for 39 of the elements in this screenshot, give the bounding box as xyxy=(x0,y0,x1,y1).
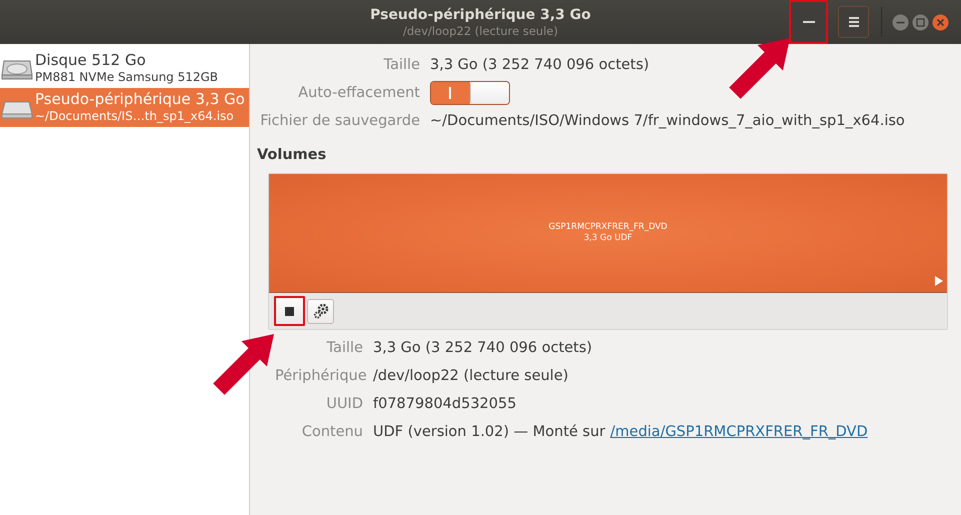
field-value: 3,3 Go (3 252 740 096 octets) xyxy=(430,56,650,75)
window-title: Pseudo-périphérique 3,3 Go xyxy=(370,7,591,23)
device-description: ~/Documents/IS…th_sp1_x64.iso xyxy=(35,108,235,124)
menu-icon xyxy=(848,17,858,27)
field-label: Contenu xyxy=(300,423,363,442)
close-icon[interactable] xyxy=(932,14,949,30)
maximize-window-icon[interactable] xyxy=(912,14,929,30)
field-value: f07879804d532055 xyxy=(373,395,518,414)
field-value: /dev/loop22 (lecture seule) xyxy=(373,367,570,386)
field-value: UDF (version 1.02) — Monté sur xyxy=(373,423,606,442)
volume-size: 3,3 Go UDF xyxy=(584,233,632,244)
minus-icon xyxy=(802,21,814,23)
stop-button[interactable] xyxy=(274,296,305,326)
device-list-item[interactable]: Pseudo-périphérique 3,3 Go ~/Documents/IS…th_sp1_x64.iso xyxy=(0,88,249,127)
annotation-arrow xyxy=(211,332,276,397)
device-description: PM881 NVMe Samsung 512GB xyxy=(35,69,218,85)
field-value: ~/Documents/ISO/Windows 7/fr_windows_7_aio_with_sp1_x64.iso xyxy=(430,112,906,131)
device-name: Disque 512 Go xyxy=(35,51,147,69)
field-label: Taille xyxy=(326,339,363,358)
field-label: UUID xyxy=(325,395,363,414)
field-label: Fichier de sauvegarde xyxy=(259,112,420,131)
field-label: Auto-effacement xyxy=(297,84,420,103)
menu-button[interactable] xyxy=(838,6,869,38)
section-heading: Volumes xyxy=(257,147,328,163)
device-list-item[interactable]: Disque 512 Go PM881 NVMe Samsung 512GB xyxy=(0,49,249,88)
toggle-switch[interactable] xyxy=(430,81,510,105)
volume-partition[interactable]: GSP1RMCPRXFRER_FR_DVD 3,3 Go UDF xyxy=(269,174,947,293)
device-name: Pseudo-périphérique 3,3 Go xyxy=(35,90,245,108)
mount-point-link[interactable]: /media/GSP1RMCPRXFRER_FR_DVD xyxy=(610,418,868,446)
window-subtitle: /dev/loop22 (lecture seule) xyxy=(403,24,558,38)
settings-button[interactable] xyxy=(307,298,334,324)
volume-name: GSP1RMCPRXFRER_FR_DVD xyxy=(548,222,668,233)
field-label: Taille xyxy=(382,56,420,75)
field-value: 3,3 Go (3 252 740 096 octets) xyxy=(373,339,594,358)
minimize-window-icon[interactable] xyxy=(892,14,909,30)
stop-icon xyxy=(285,306,294,316)
annotation-arrow xyxy=(727,36,792,101)
gears-icon xyxy=(312,303,328,319)
play-icon xyxy=(935,276,943,286)
